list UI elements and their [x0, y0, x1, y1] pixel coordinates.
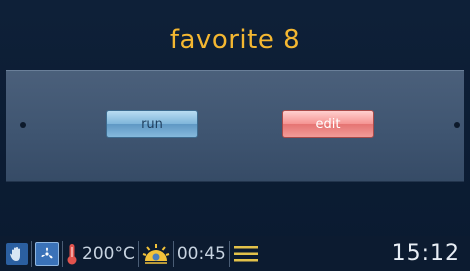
title-bar: favorite 8 — [6, 14, 464, 66]
fan-mode-icon — [35, 241, 59, 266]
shelf-level-status — [233, 236, 259, 271]
hand-icon — [6, 242, 28, 265]
duration-value: 00:45 — [176, 243, 226, 264]
edit-button-label: edit — [315, 116, 341, 132]
program-title: favorite 8 — [169, 25, 301, 55]
scroll-left-indicator — [20, 122, 26, 128]
shelf-level-icon — [233, 244, 259, 264]
status-divider — [228, 240, 230, 267]
status-divider — [31, 240, 32, 267]
thermometer-icon — [66, 242, 78, 266]
action-panel: run edit — [6, 70, 464, 182]
status-bar: 200°C 00:45 15:12 — [0, 236, 470, 271]
temperature-value: 200°C — [82, 243, 135, 264]
status-divider — [62, 240, 63, 267]
oven-display: favorite 8 run edit 200°C 00:45 15:12 — [0, 0, 470, 271]
scroll-right-indicator — [454, 122, 460, 128]
status-divider — [172, 240, 174, 267]
duration-status: 00:45 — [177, 236, 226, 271]
status-divider — [137, 240, 139, 267]
run-button[interactable]: run — [106, 110, 198, 138]
temperature-status: 200°C — [66, 236, 135, 271]
hand-status — [6, 236, 28, 271]
clock: 15:12 — [391, 241, 460, 266]
run-button-label: run — [141, 116, 163, 132]
heat-level-status — [142, 236, 170, 271]
edit-button[interactable]: edit — [282, 110, 374, 138]
fan-mode-status — [35, 236, 59, 271]
heat-level-icon — [142, 243, 170, 265]
